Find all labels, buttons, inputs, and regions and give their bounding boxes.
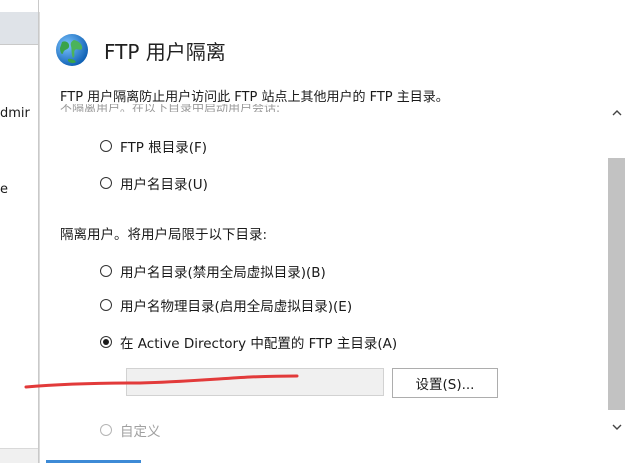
left-panel-text-fragment: e — [0, 182, 8, 197]
radio-label: 用户名物理目录(启用全局虚拟目录)(E) — [120, 299, 353, 315]
active-directory-path-field[interactable] — [126, 368, 384, 396]
radio-button[interactable] — [100, 336, 112, 348]
left-panel-header — [0, 12, 38, 45]
scroll-down-icon[interactable] — [606, 416, 628, 438]
radio-button[interactable] — [100, 140, 112, 152]
scrollbar-thumb[interactable] — [608, 158, 625, 410]
left-panel-text-fragment: dmir — [0, 106, 30, 121]
section-label-isolate: 隔离用户。将用户局限于以下目录: — [60, 227, 268, 243]
left-panel-footer — [0, 448, 38, 463]
radio-label: 在 Active Directory 中配置的 FTP 主目录(A) — [120, 336, 398, 352]
radio-label: 用户名目录(U) — [120, 177, 208, 193]
radio-custom[interactable]: 自定义 — [100, 420, 161, 440]
vertical-scrollbar[interactable] — [606, 102, 628, 438]
radio-button[interactable] — [100, 177, 112, 189]
left-panel: dmir e — [0, 0, 39, 463]
section-label-no-isolation: 不隔离用户。在以下目录中启动用户会话: — [60, 104, 281, 112]
globe-icon — [56, 34, 88, 66]
radio-username-physical-dir[interactable]: 用户名物理目录(启用全局虚拟目录)(E) — [100, 295, 352, 315]
radio-button[interactable] — [100, 424, 112, 436]
ftp-user-isolation-panel: FTP 用户隔离 FTP 用户隔离防止用户访问此 FTP 站点上其他用户的 FT… — [39, 12, 630, 463]
radio-ftp-root[interactable]: FTP 根目录(F) — [100, 136, 207, 156]
radio-username-dir[interactable]: 用户名目录(U) — [100, 173, 208, 193]
radio-active-directory[interactable]: 在 Active Directory 中配置的 FTP 主目录(A) — [100, 332, 397, 352]
radio-label: FTP 根目录(F) — [120, 140, 208, 156]
page-title: FTP 用户隔离 — [104, 39, 226, 64]
description-text: FTP 用户隔离防止用户访问此 FTP 站点上其他用户的 FTP 主目录。 — [60, 90, 449, 105]
scroll-up-icon[interactable] — [606, 102, 628, 124]
radio-label: 用户名目录(禁用全局虚拟目录)(B) — [120, 265, 326, 281]
radio-label: 自定义 — [120, 424, 161, 440]
radio-button[interactable] — [100, 265, 112, 277]
radio-username-dir-no-global[interactable]: 用户名目录(禁用全局虚拟目录)(B) — [100, 261, 326, 281]
page-header: FTP 用户隔离 — [54, 30, 226, 70]
settings-button[interactable]: 设置(S)... — [392, 368, 498, 398]
radio-button[interactable] — [100, 299, 112, 311]
